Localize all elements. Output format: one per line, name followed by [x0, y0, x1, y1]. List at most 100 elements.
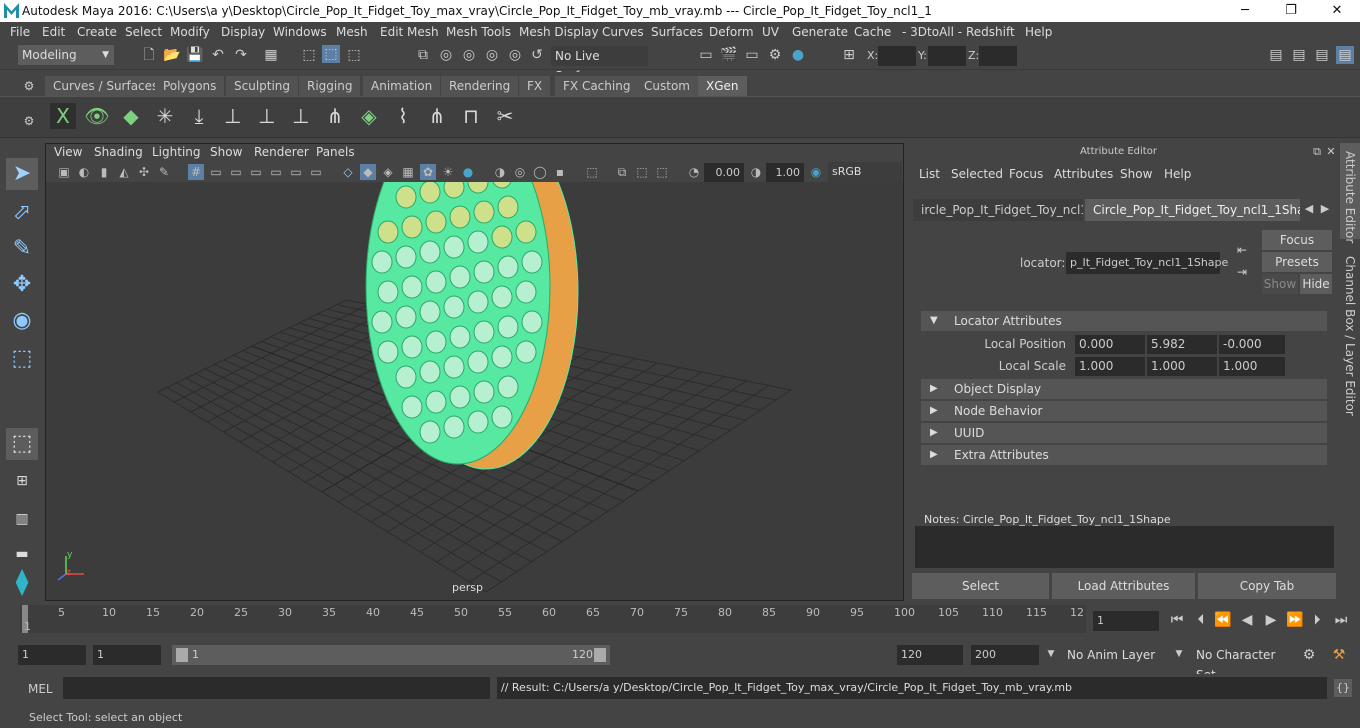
shelf-tab-xgen[interactable]: XGen: [698, 76, 747, 96]
toggle-channel-box-icon[interactable]: ▤: [1336, 46, 1354, 64]
shelf-tab-animation[interactable]: Animation: [363, 76, 441, 96]
layout-four-icon[interactable]: ⊞: [6, 465, 38, 497]
viewport-menu-view[interactable]: View: [54, 145, 82, 159]
anti-aliasing-icon[interactable]: ◎: [512, 164, 528, 180]
shelf-tab-fx[interactable]: FX: [519, 76, 551, 96]
menu-mesh[interactable]: Mesh: [336, 25, 368, 39]
safe-action-icon[interactable]: ▭: [288, 164, 304, 180]
isolate-select-icon[interactable]: ▪: [552, 164, 568, 180]
live-surface-field[interactable]: No Live Surface: [551, 46, 648, 83]
section-object-display[interactable]: ▶ Object Display: [921, 379, 1327, 399]
layout-outliner-icon[interactable]: ▥: [6, 503, 38, 535]
range-end-handle[interactable]: [594, 648, 606, 662]
hypershade-icon[interactable]: ●: [789, 46, 807, 64]
shelf-tab-rendering[interactable]: Rendering: [441, 76, 519, 96]
textured-icon[interactable]: ▦: [400, 164, 416, 180]
new-scene-icon[interactable]: 🗋: [140, 46, 158, 64]
menu-curves[interactable]: Curves: [602, 25, 644, 39]
viewport-menu-renderer[interactable]: Renderer: [254, 145, 309, 159]
xgen-place-guide-icon[interactable]: ⤓: [186, 103, 212, 129]
playback-start-field[interactable]: 1: [93, 645, 161, 665]
close-panel-icon[interactable]: ✕: [1322, 143, 1340, 161]
xgen-groom-icon[interactable]: ⋔: [322, 103, 348, 129]
menu-modify[interactable]: Modify: [170, 25, 210, 39]
playback-end-field[interactable]: 120: [897, 645, 963, 665]
select-hierarchy-icon[interactable]: ▦: [262, 46, 280, 64]
menu-file[interactable]: File: [10, 25, 30, 39]
menu-create[interactable]: Create: [77, 25, 117, 39]
side-tab-channel-box[interactable]: Channel Box / Layer Editor: [1340, 250, 1360, 416]
xgen-sculpt-icon[interactable]: ⋔: [424, 103, 450, 129]
backface-culling-icon[interactable]: ⬚: [654, 164, 670, 180]
depth-of-field-icon[interactable]: ◯: [532, 164, 548, 180]
load-attributes-button[interactable]: Load Attributes: [1052, 573, 1195, 599]
section-uuid[interactable]: ▶ UUID: [921, 423, 1327, 443]
show-button[interactable]: Show: [1262, 274, 1298, 294]
shelf-tab-polygons[interactable]: Polygons: [155, 76, 225, 96]
color-management-icon[interactable]: ◉: [808, 164, 824, 180]
step-forward-frame-icon[interactable]: ⏵: [1308, 611, 1326, 629]
menu-mesh-tools[interactable]: Mesh Tools: [446, 25, 511, 39]
shelf-tab-curves-surfaces[interactable]: Curves / Surfaces: [45, 76, 167, 96]
camera-attributes-icon[interactable]: ◐: [76, 164, 92, 180]
film-gate-icon[interactable]: ▭: [208, 164, 224, 180]
local-scale-y-field[interactable]: 1.000: [1147, 357, 1217, 376]
menu-generate[interactable]: Generate: [792, 25, 848, 39]
current-frame-field[interactable]: 1: [1093, 611, 1159, 631]
menu-windows[interactable]: Windows: [273, 25, 327, 39]
rotate-tool-icon[interactable]: ◉: [6, 305, 38, 337]
shelf-tab-fx-caching[interactable]: FX Caching: [555, 76, 639, 96]
ambient-occlusion-icon[interactable]: ●: [460, 164, 476, 180]
locator-name-field[interactable]: p_It_Fidget_Toy_ncl1_1Shape: [1066, 252, 1228, 274]
shadows-icon[interactable]: ☀: [440, 164, 456, 180]
grease-pencil-icon[interactable]: ✎: [156, 164, 172, 180]
xgen-guide-visibility-icon[interactable]: ⊥: [254, 103, 280, 129]
xgen-convert-icon[interactable]: ⌇: [390, 103, 416, 129]
xgen-grid-icon[interactable]: ◈: [356, 103, 382, 129]
render-frame-icon[interactable]: 🎬: [720, 46, 738, 64]
select-by-component-icon[interactable]: ⬚: [322, 45, 340, 63]
shelf-options-icon[interactable]: ⚙: [20, 77, 38, 95]
color-space-dropdown[interactable]: sRGB gamma: [828, 162, 902, 198]
range-slider[interactable]: 1 120: [172, 645, 610, 665]
x-coordinate-field[interactable]: [878, 46, 916, 66]
gate-mask-icon[interactable]: ▭: [248, 164, 264, 180]
y-coordinate-field[interactable]: [928, 46, 966, 66]
step-back-frame-icon[interactable]: ⏴: [1192, 611, 1210, 629]
select-output-icon[interactable]: ⇥: [1233, 263, 1251, 281]
ae-menu-help[interactable]: Help: [1164, 167, 1191, 181]
menu-3dtoall[interactable]: - 3DtoAll -: [902, 25, 962, 39]
xgen-delete-icon[interactable]: ✂: [492, 103, 518, 129]
render-settings-icon[interactable]: ⚙: [766, 46, 784, 64]
save-scene-icon[interactable]: 💾: [186, 46, 204, 64]
menu-surfaces[interactable]: Surfaces: [651, 25, 703, 39]
menu-uv[interactable]: UV: [762, 25, 779, 39]
menu-edit-mesh[interactable]: Edit Mesh: [380, 25, 439, 39]
ae-menu-attributes[interactable]: Attributes: [1054, 167, 1113, 181]
xgen-add-modifier-icon[interactable]: ⊥: [220, 103, 246, 129]
gamma-field[interactable]: 1.00: [766, 163, 804, 183]
auto-key-icon[interactable]: ⚙: [1300, 646, 1318, 664]
command-input[interactable]: [63, 677, 490, 699]
redo-icon[interactable]: ↷: [232, 46, 250, 64]
shelf-tab-custom[interactable]: Custom: [636, 76, 698, 96]
ae-menu-selected[interactable]: Selected: [951, 167, 1003, 181]
xgen-add-guide-icon[interactable]: ✳: [152, 103, 178, 129]
script-language-label[interactable]: MEL: [28, 682, 53, 696]
image-plane-icon[interactable]: ◭: [116, 164, 132, 180]
menu-select[interactable]: Select: [125, 25, 162, 39]
viewport-3d-scene[interactable]: y z persp: [46, 182, 903, 600]
xgen-editor-icon[interactable]: X: [50, 103, 76, 129]
field-chart-icon[interactable]: ▭: [268, 164, 284, 180]
section-extra-attributes[interactable]: ▶ Extra Attributes: [921, 445, 1327, 465]
section-node-behavior[interactable]: ▶ Node Behavior: [921, 401, 1327, 421]
shelf-tab-rigging[interactable]: Rigging: [299, 76, 361, 96]
bookmark-icon[interactable]: ▮: [96, 164, 112, 180]
snap-view-icon[interactable]: ◎: [483, 46, 501, 64]
undo-icon[interactable]: ↶: [209, 46, 227, 64]
play-backwards-icon[interactable]: ◀: [1238, 611, 1256, 629]
local-position-x-field[interactable]: 0.000: [1075, 335, 1145, 354]
viewport-menu-panels[interactable]: Panels: [316, 145, 355, 159]
ae-tab-shape[interactable]: Circle_Pop_It_Fidget_Toy_ncl1_1Shape: [1085, 199, 1300, 221]
local-scale-x-field[interactable]: 1.000: [1075, 357, 1145, 376]
